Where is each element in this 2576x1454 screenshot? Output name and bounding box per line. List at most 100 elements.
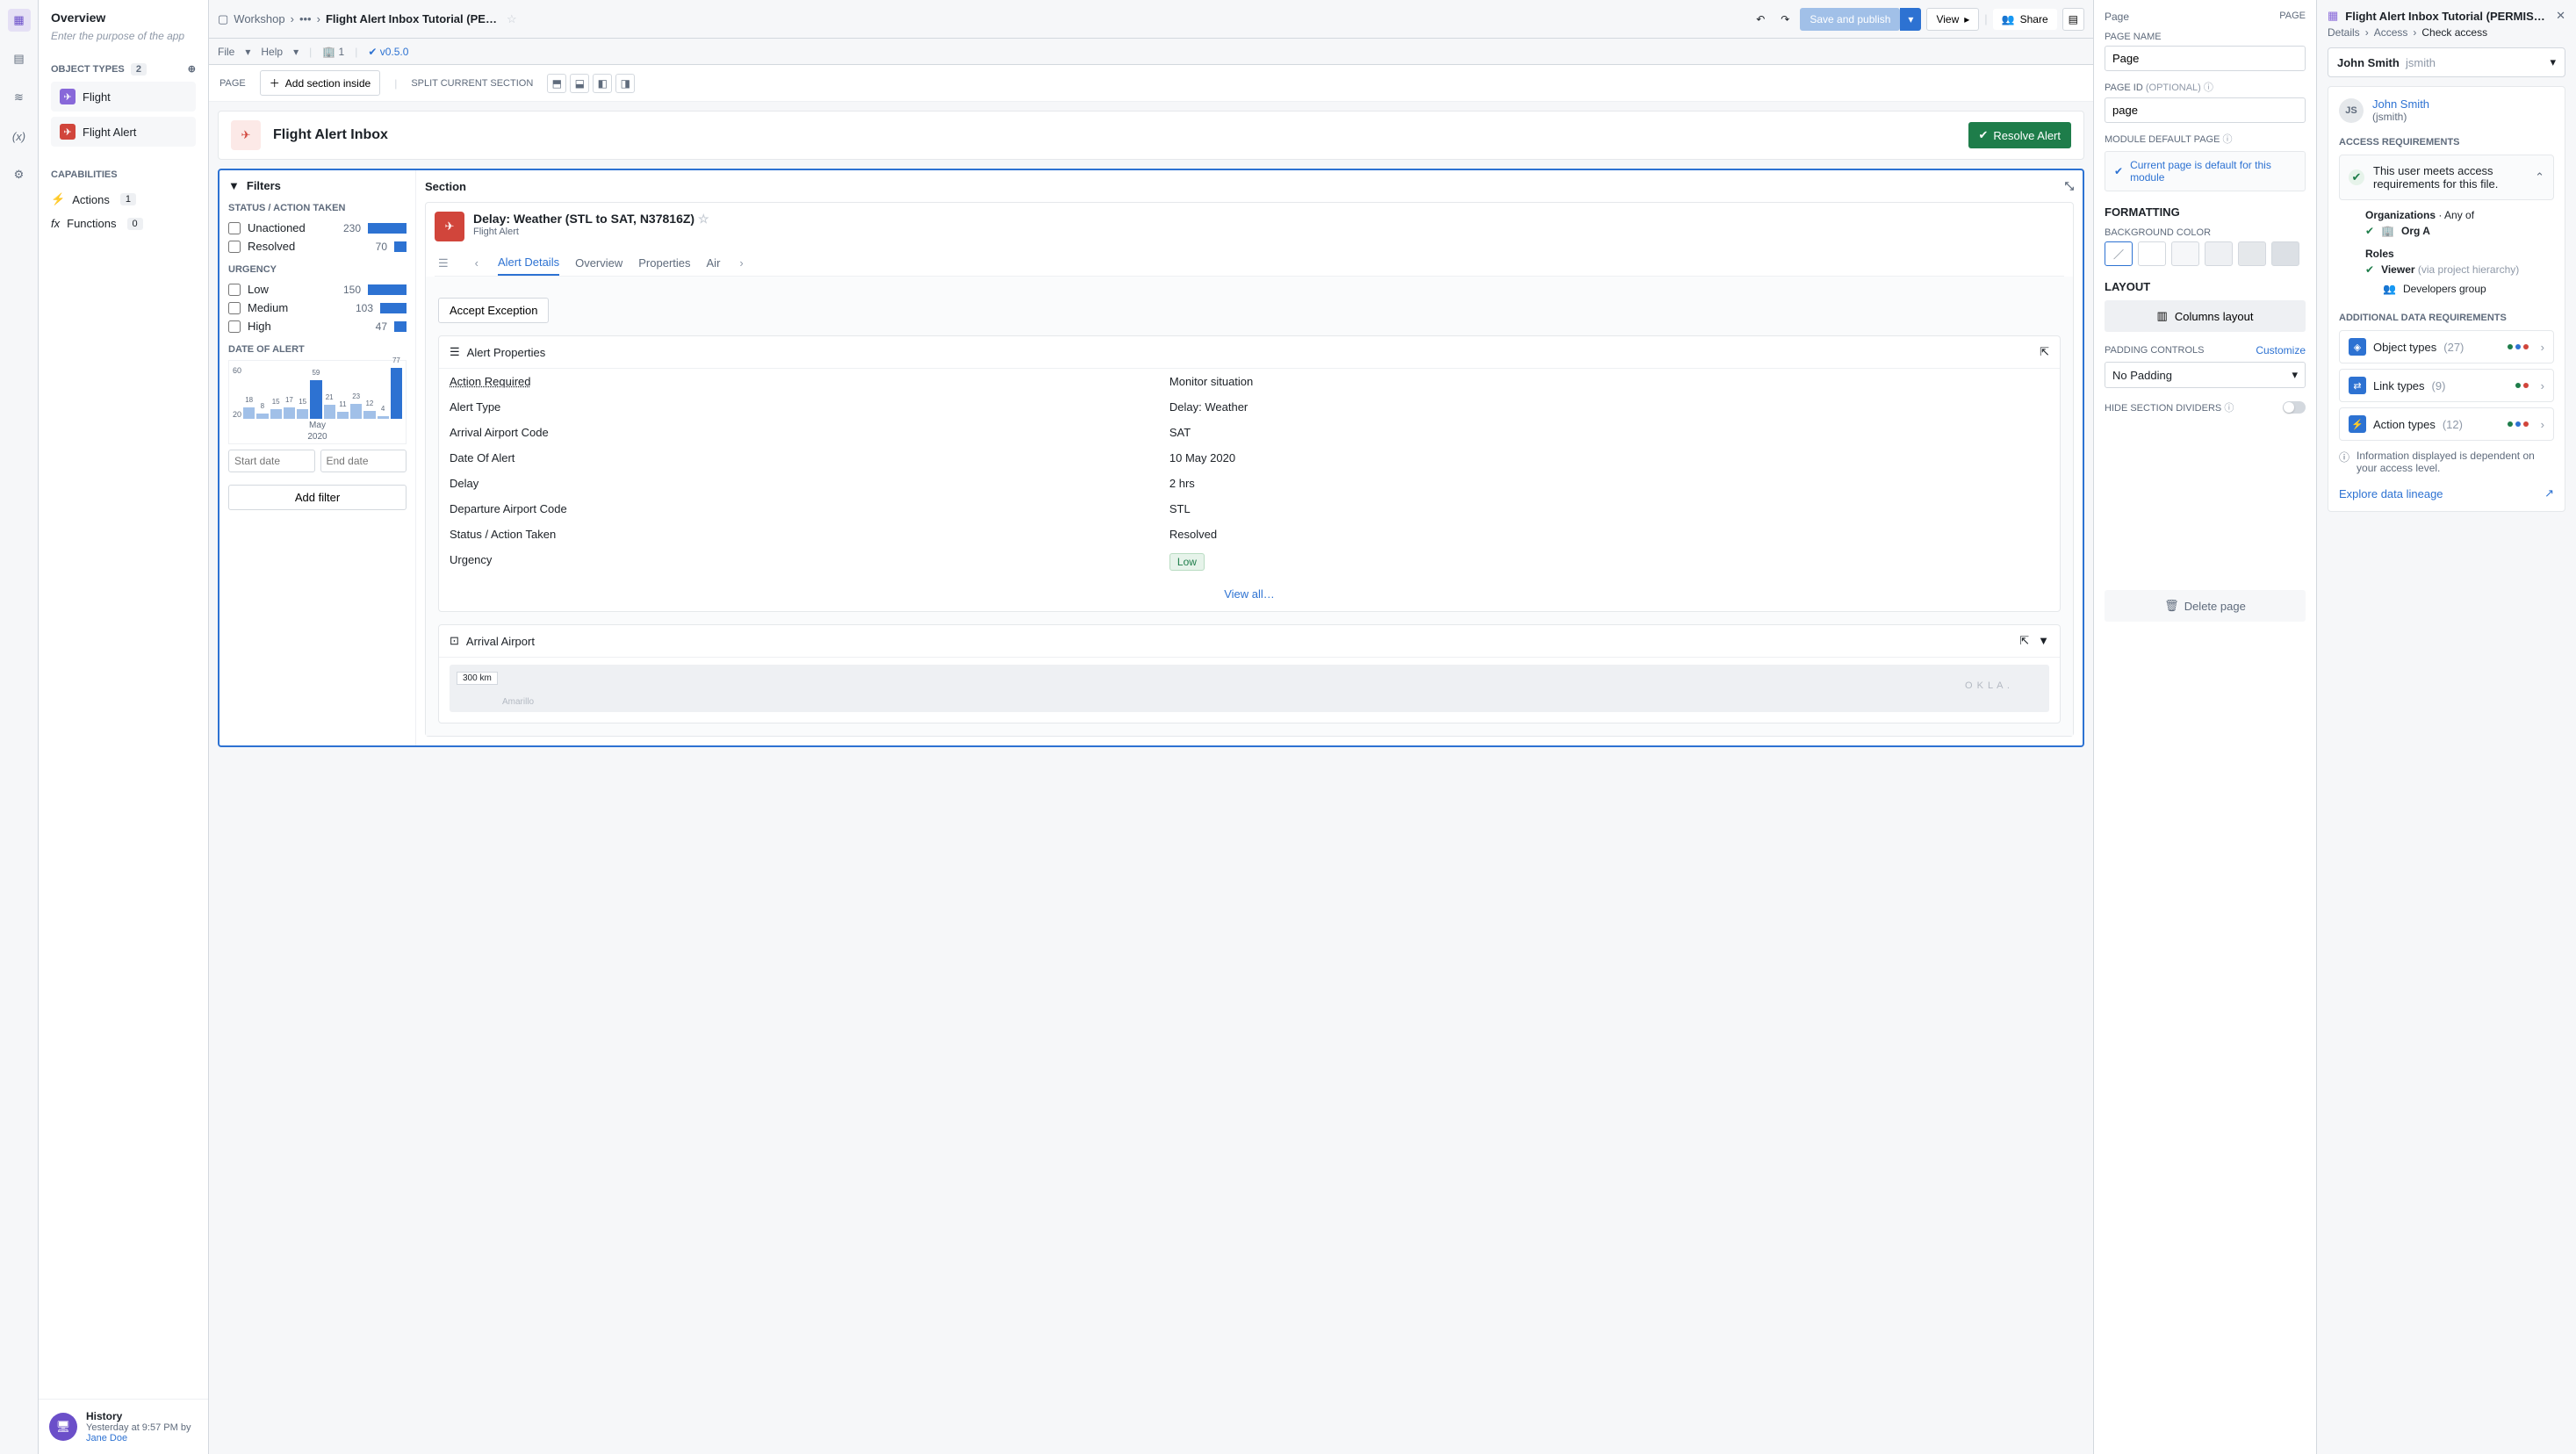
filter-option[interactable]: Unactioned230 xyxy=(228,219,407,237)
accept-exception-button[interactable]: Accept Exception xyxy=(438,298,549,323)
filter-checkbox[interactable] xyxy=(228,284,241,296)
filter-option[interactable]: Resolved70 xyxy=(228,237,407,256)
split-top-icon[interactable]: ⬒ xyxy=(547,74,566,93)
user-select[interactable]: John Smith jsmith ▾ xyxy=(2328,47,2565,77)
help-icon[interactable]: ⓘ xyxy=(2224,403,2234,414)
crumb-details[interactable]: Details xyxy=(2328,26,2360,39)
filter-checkbox[interactable] xyxy=(228,241,241,253)
undo-button[interactable]: ↶ xyxy=(1751,9,1770,30)
resolve-alert-button[interactable]: ✔ Resolve Alert xyxy=(1968,122,2072,148)
view-button[interactable]: View ▸ xyxy=(1926,8,1979,31)
data-link-types[interactable]: ⇄ Link types (9) › xyxy=(2339,369,2554,402)
view-all-link[interactable]: View all… xyxy=(439,577,2060,611)
start-date-input[interactable] xyxy=(228,450,315,472)
users-icon[interactable]: 🏢 1 xyxy=(322,46,344,58)
collapse-icon[interactable]: ⤡ xyxy=(2065,179,2074,193)
panel-toggle-button[interactable]: ▤ xyxy=(2062,8,2084,31)
capability-actions[interactable]: ⚡ Actions 1 xyxy=(51,187,196,212)
rail-variables-icon[interactable]: (x) xyxy=(8,125,31,148)
chevron-up-icon[interactable]: ⌃ xyxy=(2535,170,2544,184)
tab-properties[interactable]: Properties xyxy=(638,251,690,275)
filter-map-icon[interactable]: ▼ xyxy=(2038,634,2049,647)
crumb-access[interactable]: Access xyxy=(2374,26,2408,39)
page-name-input[interactable] xyxy=(2105,46,2306,71)
breadcrumb-workshop[interactable]: Workshop xyxy=(234,12,284,25)
help-icon[interactable]: ⓘ xyxy=(2204,83,2213,93)
rail-layers-icon[interactable]: ≋ xyxy=(8,86,31,109)
help-menu[interactable]: Help xyxy=(261,46,283,58)
star-icon[interactable]: ☆ xyxy=(507,12,517,26)
histogram-bar[interactable]: 21 xyxy=(324,405,335,419)
customize-link[interactable]: Customize xyxy=(2256,344,2306,356)
add-filter-button[interactable]: Add filter xyxy=(228,485,407,510)
split-right-icon[interactable]: ◨ xyxy=(615,74,635,93)
histogram-bar[interactable]: 23 xyxy=(350,404,362,419)
filter-checkbox[interactable] xyxy=(228,222,241,234)
user-name-link[interactable]: John Smith xyxy=(2372,97,2429,111)
delete-page-button[interactable]: 🗑 Delete page xyxy=(2105,590,2306,622)
filter-option[interactable]: Low150 xyxy=(228,280,407,299)
histogram-bar[interactable]: 11 xyxy=(337,412,349,419)
bg-swatch-none[interactable]: ／ xyxy=(2105,241,2133,266)
close-access-panel-icon[interactable]: ✕ xyxy=(2556,9,2565,23)
add-section-button[interactable]: ＋ Add section inside xyxy=(260,70,380,96)
breadcrumb-ellipsis[interactable]: ••• xyxy=(299,12,312,25)
rail-app-icon[interactable]: ▦ xyxy=(8,9,31,32)
save-publish-button[interactable]: Save and publish xyxy=(1800,8,1900,31)
filter-checkbox[interactable] xyxy=(228,302,241,314)
object-type-flight[interactable]: ✈ Flight xyxy=(51,82,196,112)
tabs-prev-icon[interactable]: ‹ xyxy=(471,256,482,270)
bg-swatch-3[interactable] xyxy=(2205,241,2233,266)
map-scale[interactable]: 300 km xyxy=(457,672,498,685)
tab-overview[interactable]: Overview xyxy=(575,251,622,275)
rail-settings-icon[interactable]: ⚙ xyxy=(8,163,31,186)
histogram-bar[interactable]: 59 xyxy=(310,380,321,419)
map-preview[interactable]: 300 km O K L A . Amarillo xyxy=(450,665,2049,712)
page-id-input[interactable] xyxy=(2105,97,2306,123)
tab-air[interactable]: Air xyxy=(707,251,721,275)
history-user-link[interactable]: Jane Doe xyxy=(86,1433,191,1443)
padding-select[interactable]: No Padding▾ xyxy=(2105,362,2306,388)
add-object-type-icon[interactable]: ⊕ xyxy=(188,63,196,75)
data-action-types[interactable]: ⚡ Action types (12) › xyxy=(2339,407,2554,441)
filter-checkbox[interactable] xyxy=(228,320,241,333)
tabs-next-icon[interactable]: › xyxy=(736,256,746,270)
split-left-icon[interactable]: ◧ xyxy=(593,74,612,93)
histogram-bar[interactable]: 77 xyxy=(391,368,402,419)
bg-swatch-4[interactable] xyxy=(2238,241,2266,266)
purpose-placeholder[interactable]: Enter the purpose of the app xyxy=(39,30,208,54)
rail-pages-icon[interactable]: ▤ xyxy=(8,47,31,70)
histogram-bar[interactable]: 17 xyxy=(284,407,295,419)
filter-option[interactable]: High47 xyxy=(228,317,407,335)
save-publish-dropdown[interactable]: ▾ xyxy=(1900,8,1921,31)
redo-button[interactable]: ↷ xyxy=(1775,9,1795,30)
alert-star-icon[interactable]: ☆ xyxy=(698,212,709,226)
tab-alert-details[interactable]: Alert Details xyxy=(498,250,559,276)
end-date-input[interactable] xyxy=(320,450,407,472)
columns-layout-button[interactable]: ▥Columns layout xyxy=(2105,300,2306,332)
bg-swatch-5[interactable] xyxy=(2271,241,2299,266)
histogram-bar[interactable]: 15 xyxy=(297,409,308,419)
tabs-menu-icon[interactable]: ☰ xyxy=(435,256,452,270)
expand-map-icon[interactable]: ⇱ xyxy=(2019,634,2029,647)
capability-functions[interactable]: fx Functions 0 xyxy=(51,212,196,235)
histogram-bar[interactable]: 4 xyxy=(378,416,389,419)
section-title: Section xyxy=(425,180,466,193)
share-button[interactable]: 👥 Share xyxy=(1993,9,2057,30)
histogram-bar[interactable]: 15 xyxy=(270,409,282,419)
filter-option[interactable]: Medium103 xyxy=(228,299,407,317)
explore-lineage-link[interactable]: Explore data lineage↗ xyxy=(2339,486,2554,500)
histogram-bar[interactable]: 8 xyxy=(256,414,268,419)
file-menu[interactable]: File xyxy=(218,46,234,58)
expand-properties-icon[interactable]: ⇱ xyxy=(2040,345,2049,359)
version-badge[interactable]: ✔ v0.5.0 xyxy=(368,46,408,58)
help-icon[interactable]: ⓘ xyxy=(2222,134,2232,145)
object-type-flight-alert[interactable]: ✈ Flight Alert xyxy=(51,117,196,147)
bg-swatch-1[interactable] xyxy=(2138,241,2166,266)
bg-swatch-2[interactable] xyxy=(2171,241,2199,266)
data-object-types[interactable]: ◈ Object types (27) › xyxy=(2339,330,2554,364)
histogram-bar[interactable]: 18 xyxy=(243,407,255,420)
split-bottom-icon[interactable]: ⬓ xyxy=(570,74,589,93)
histogram-bar[interactable]: 12 xyxy=(363,411,375,419)
hide-dividers-toggle[interactable] xyxy=(2283,401,2306,414)
